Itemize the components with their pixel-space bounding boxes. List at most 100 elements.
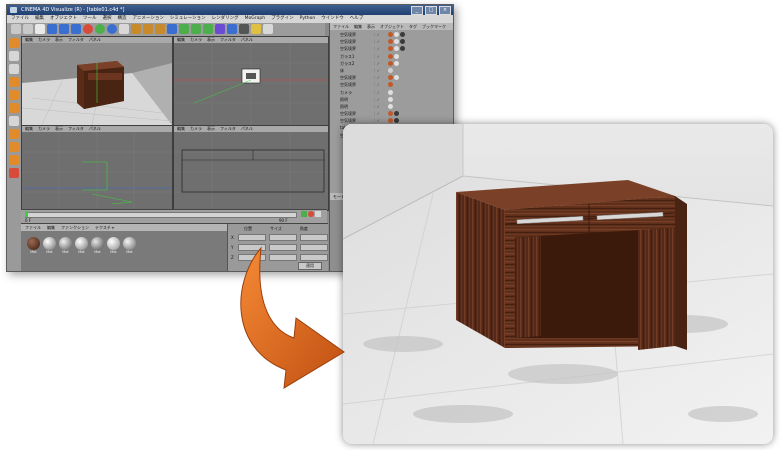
- rotate-icon[interactable]: [71, 24, 81, 34]
- axis-mode-icon[interactable]: [9, 116, 19, 126]
- menu-item[interactable]: ファイル: [11, 15, 29, 23]
- window-titlebar: CINEMA 4D Visualize (R) - [table01.c4d *…: [7, 5, 453, 15]
- object-menu-item[interactable]: ブックマーク: [422, 23, 446, 30]
- object-row[interactable]: 空気境界: ✓: [330, 38, 453, 45]
- floor-icon[interactable]: [227, 24, 237, 34]
- material-menu-item[interactable]: ファイル: [25, 224, 41, 231]
- object-menu-item[interactable]: オブジェクト: [380, 23, 404, 30]
- menu-item[interactable]: MoGraph: [245, 15, 265, 23]
- minimize-button[interactable]: _: [411, 6, 423, 15]
- object-row[interactable]: 空気境界: ✓: [330, 31, 453, 38]
- menu-item[interactable]: ツール: [83, 15, 97, 23]
- material-manager: ファイル 編集 ファンクション テクスチャ Mat Mat Mat Mat Ma…: [21, 223, 227, 271]
- polygons-mode-icon[interactable]: [9, 103, 19, 113]
- keyframe-icon[interactable]: [315, 211, 321, 217]
- object-menu-item[interactable]: タグ: [409, 23, 417, 30]
- texture-mode-icon[interactable]: [9, 64, 19, 74]
- material-swatch[interactable]: Mat: [91, 237, 104, 254]
- front-scene: [174, 132, 328, 210]
- camera-icon[interactable]: [239, 24, 249, 34]
- timeline[interactable]: 0 F 90 F: [21, 209, 327, 224]
- points-mode-icon[interactable]: [9, 77, 19, 87]
- tweak-mode-icon[interactable]: [9, 129, 19, 139]
- scale-icon[interactable]: [59, 24, 69, 34]
- playback-controls: [301, 211, 321, 217]
- window-title: CINEMA 4D Visualize (R) - [table01.c4d *…: [21, 7, 125, 13]
- object-row[interactable]: 空気境界: ✓: [330, 45, 453, 52]
- workplane-icon[interactable]: [9, 155, 19, 165]
- move-icon[interactable]: [47, 24, 57, 34]
- menu-item[interactable]: アニメーション: [133, 15, 164, 23]
- material-swatch[interactable]: Mat: [59, 237, 72, 254]
- object-row[interactable]: 空気境界: ✓: [330, 110, 453, 117]
- object-menu-item[interactable]: 編集: [354, 23, 362, 30]
- material-swatch[interactable]: Mat: [107, 237, 120, 254]
- object-row[interactable]: 照明: ✓: [330, 103, 453, 110]
- material-swatch[interactable]: Mat: [75, 237, 88, 254]
- light-icon[interactable]: [251, 24, 261, 34]
- cube-icon[interactable]: [167, 24, 177, 34]
- render-view-icon[interactable]: [131, 24, 141, 34]
- material-swatch[interactable]: Mat: [123, 237, 136, 254]
- material-menu-item[interactable]: ファンクション: [61, 224, 89, 231]
- render-settings-icon[interactable]: [155, 24, 165, 34]
- menu-item[interactable]: レンダリング: [212, 15, 239, 23]
- timeline-track[interactable]: [25, 212, 297, 218]
- object-mode-icon[interactable]: [9, 51, 19, 61]
- deformer-icon[interactable]: [215, 24, 225, 34]
- material-list: Mat Mat Mat Mat Mat Mat Mat: [27, 237, 136, 254]
- model-mode-icon[interactable]: [9, 38, 19, 48]
- curved-arrow-icon: [240, 246, 345, 389]
- world-icon[interactable]: [119, 24, 129, 34]
- menu-item[interactable]: シミュレーション: [170, 15, 206, 23]
- object-row[interactable]: 空気境界: ✓: [330, 74, 453, 81]
- material-swatch[interactable]: Mat: [27, 237, 40, 254]
- sky-icon[interactable]: [263, 24, 273, 34]
- array-icon[interactable]: [203, 24, 213, 34]
- object-row[interactable]: 空気境界: ✓: [330, 81, 453, 88]
- pen-icon[interactable]: [179, 24, 189, 34]
- material-swatch[interactable]: Mat: [43, 237, 56, 254]
- lock-icon[interactable]: [9, 168, 19, 178]
- menu-item[interactable]: Python: [300, 15, 316, 23]
- object-row[interactable]: 照明: ✓: [330, 96, 453, 103]
- material-menu-item[interactable]: 編集: [47, 224, 55, 231]
- viewport-perspective[interactable]: 編集 カメラ 表示 フィルタ パネル: [21, 36, 173, 126]
- material-menu-item[interactable]: テクスチャ: [95, 224, 115, 231]
- menu-item[interactable]: 構造: [118, 15, 127, 23]
- undo-icon[interactable]: [11, 24, 21, 34]
- viewport-right[interactable]: 編集 カメラ 表示 フィルタ パネル: [21, 125, 173, 211]
- subdivision-icon[interactable]: [191, 24, 201, 34]
- record-icon[interactable]: [308, 211, 314, 217]
- axis-z-icon[interactable]: [107, 24, 117, 34]
- axis-y-icon[interactable]: [95, 24, 105, 34]
- object-row[interactable]: ガラス2: ✓: [330, 60, 453, 67]
- object-menu-item[interactable]: 表示: [367, 23, 375, 30]
- axis-x-icon[interactable]: [83, 24, 93, 34]
- redo-icon[interactable]: [23, 24, 33, 34]
- viewport-front[interactable]: 編集 カメラ 表示 フィルタ パネル: [173, 125, 329, 211]
- menu-item[interactable]: 編集: [35, 15, 44, 23]
- menu-item[interactable]: ウインドウ: [321, 15, 344, 23]
- select-icon[interactable]: [35, 24, 45, 34]
- close-button[interactable]: ×: [439, 6, 451, 15]
- render-picture-icon[interactable]: [143, 24, 153, 34]
- object-manager-menu: ファイル 編集 表示 オブジェクト タグ ブックマーク: [330, 23, 453, 30]
- play-icon[interactable]: [301, 211, 307, 217]
- snap-icon[interactable]: [9, 142, 19, 152]
- object-row[interactable]: 床: ✓: [330, 67, 453, 74]
- maximize-button[interactable]: □: [425, 6, 437, 15]
- top-scene: [174, 43, 328, 125]
- menu-item[interactable]: 選択: [103, 15, 112, 23]
- right-scene: [22, 132, 172, 210]
- timeline-playhead[interactable]: [25, 211, 28, 217]
- viewport-top[interactable]: 編集 カメラ 表示 フィルタ パネル: [173, 36, 329, 126]
- menu-item[interactable]: プラグイン: [271, 15, 294, 23]
- menu-item[interactable]: ヘルプ: [350, 15, 364, 23]
- object-menu-item[interactable]: ファイル: [333, 23, 349, 30]
- edges-mode-icon[interactable]: [9, 90, 19, 100]
- menubar: ファイル 編集 オブジェクト ツール 選択 構造 アニメーション シミュレーショ…: [7, 15, 453, 23]
- object-row[interactable]: カメラ: ✓: [330, 89, 453, 96]
- menu-item[interactable]: オブジェクト: [50, 15, 77, 23]
- object-row[interactable]: ガラス1: ✓: [330, 53, 453, 60]
